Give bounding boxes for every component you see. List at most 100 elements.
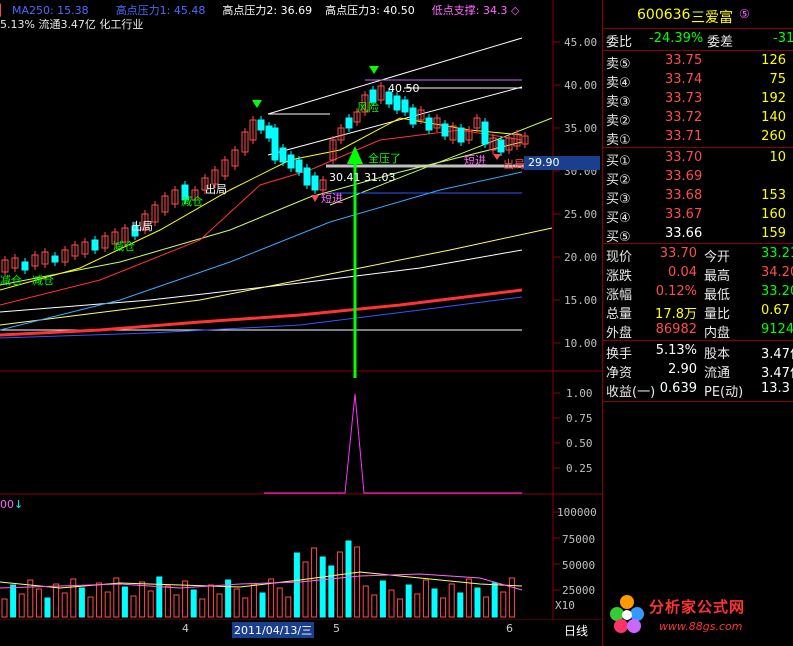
sell-level-row: 卖⑤ 33.75 126	[603, 52, 793, 72]
quote-panel: 600636 三爱富 ⑤ 委比 -24.39% 委差 -31 卖⑤ 33.75 …	[602, 0, 793, 646]
candlestick	[425, 117, 433, 131]
candlestick	[345, 117, 353, 129]
buy-volume: 160	[761, 207, 786, 222]
volume-bar	[362, 585, 369, 618]
candlestick	[21, 261, 29, 271]
volume-bar	[319, 556, 326, 618]
volume-bar	[250, 583, 257, 618]
sell-level-row: 卖① 33.71 260	[603, 128, 793, 148]
buy-level-label: 买①	[606, 154, 631, 169]
x-tick: 4	[182, 622, 189, 635]
arrow-down-icon	[369, 66, 379, 74]
volume-ma-line	[0, 573, 523, 591]
fin-value: 13.3	[761, 381, 790, 396]
price-tick: 20.00	[564, 251, 598, 264]
stat-value: 33.21	[761, 246, 793, 261]
period-selector[interactable]: 日线	[564, 622, 588, 639]
volume-bar	[379, 580, 386, 618]
x-tick: 5	[333, 622, 340, 635]
candlestick	[265, 125, 273, 139]
buy-level-label: 买③	[606, 192, 631, 207]
signal-label: 出局	[503, 158, 525, 171]
range-low-label: 30.41	[329, 171, 361, 184]
quote-stat-row: 现价 33.70 今开 33.21	[603, 245, 793, 265]
candlestick	[51, 255, 59, 263]
price-tick: 35.00	[564, 122, 598, 135]
fin-label: 流通	[704, 366, 731, 381]
fin-value: 5.13%	[655, 343, 697, 358]
volume-bar	[285, 596, 292, 618]
diamond-icon: ◇	[511, 4, 520, 17]
volume-bar	[104, 591, 111, 618]
stock-code: 600636	[637, 7, 691, 23]
volume-bar	[302, 561, 309, 618]
sell-marker-icon	[493, 154, 501, 160]
stat-value: 0.67	[761, 303, 790, 318]
candlestick	[441, 123, 449, 137]
stock-name: 三爱富	[691, 10, 733, 26]
mid-tick: 1.00	[566, 387, 593, 400]
stat-value: 86982	[655, 322, 697, 337]
volume-bar	[1, 598, 8, 618]
volume-bar	[397, 598, 404, 618]
x-date-cursor: 2011/04/13/三	[232, 622, 315, 638]
quote-stat-row: 涨跌 0.04 最高 34.20	[603, 264, 793, 284]
sell-level-row: 卖④ 33.74 75	[603, 71, 793, 91]
signal-label: 短进	[464, 154, 486, 167]
price-tick: 45.00	[564, 36, 598, 49]
buy-volume: 10	[769, 150, 786, 165]
volume-bar	[216, 593, 223, 618]
stock-subheader: 5.13% 流通3.47亿 化工行业	[0, 18, 144, 31]
stock-title: 600636 三爱富 ⑤	[603, 6, 793, 26]
volume-bar	[268, 578, 275, 618]
volume-bar	[465, 578, 472, 618]
mid-tick: 0.50	[566, 437, 593, 450]
signal-label: 减仓	[181, 195, 203, 208]
sell-volume: 126	[761, 53, 786, 68]
sell-level-label: 卖③	[606, 95, 631, 110]
volume-bar	[156, 576, 163, 618]
buy-volume: 159	[761, 226, 786, 241]
volume-bar	[130, 595, 137, 618]
volume-bar	[422, 579, 429, 618]
volume-bar	[242, 597, 249, 618]
stock-chart[interactable]	[0, 0, 602, 646]
candlestick	[401, 99, 409, 113]
volume-bar	[371, 594, 378, 618]
volume-bar	[293, 552, 300, 618]
signal-label: 出局	[131, 220, 153, 233]
mid-tick: 0.25	[566, 462, 593, 475]
signal-label: 减仓	[32, 274, 54, 287]
candlestick	[481, 121, 489, 145]
volume-bar	[147, 590, 154, 618]
volume-bar	[311, 547, 318, 618]
volume-bar	[233, 588, 240, 618]
signal-label: 风险	[357, 101, 379, 114]
price-tick: 40.00	[564, 79, 598, 92]
volume-bar	[190, 589, 197, 618]
moving-average-line	[0, 249, 523, 313]
volume-bar	[500, 591, 507, 618]
logo-text: 分析家公式网	[649, 598, 746, 616]
ma250-label: MA250: 15.38	[11, 4, 89, 17]
volume-bar	[457, 592, 464, 618]
stat-label: 内盘	[704, 326, 731, 341]
buy-level-row: 买③ 33.68 153	[603, 187, 793, 207]
stat-value: 33.70	[659, 246, 697, 261]
sell-level-row: 卖③ 33.73 192	[603, 90, 793, 110]
signal-label: 减仓	[113, 240, 135, 253]
quote-stat-row: 外盘 86982 内盘 91243	[603, 321, 793, 341]
sell-price: 33.73	[665, 91, 703, 106]
fin-value: 3.47亿	[761, 366, 793, 381]
stat-label: 涨幅	[606, 288, 633, 303]
peak-value-label: 40.50	[388, 82, 420, 95]
stat-value: 33.20	[761, 284, 793, 299]
candlestick	[303, 167, 311, 186]
vol-tick: 50000	[562, 559, 596, 572]
sell-volume: 75	[769, 72, 786, 87]
fin-label: 收益(一)	[606, 385, 656, 400]
candlestick	[91, 239, 99, 251]
mid-tick: 0.75	[566, 412, 593, 425]
volume-bar	[474, 587, 481, 618]
sell-level-label: 卖④	[606, 76, 631, 91]
